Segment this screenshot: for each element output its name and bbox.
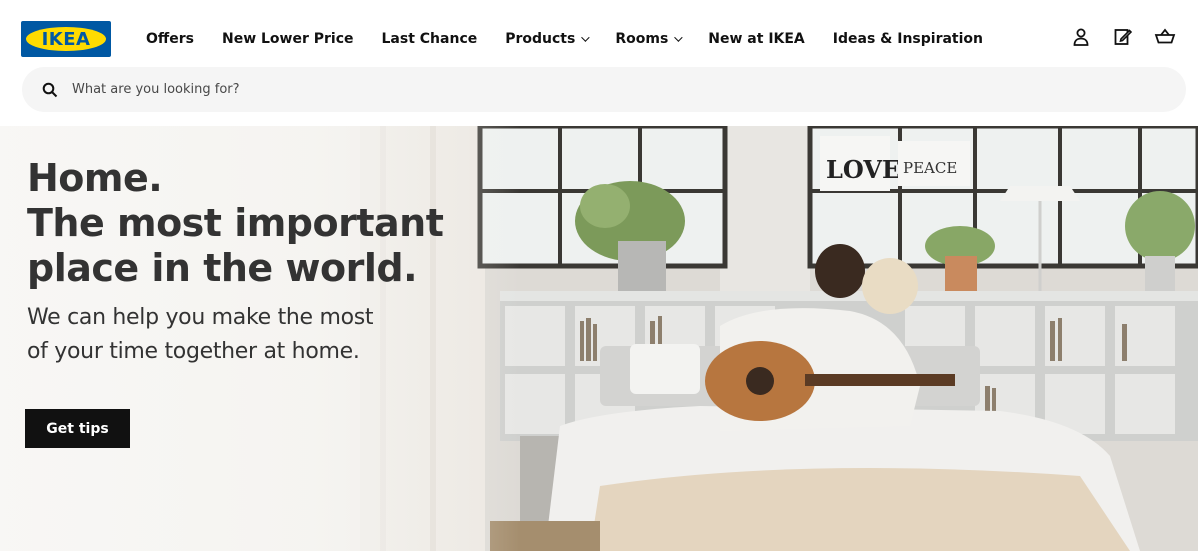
get-tips-button[interactable]: Get tips [25,409,130,448]
nav-label: New Lower Price [221,31,354,47]
main-nav: Offers New Lower Price Last Chance Produ… [146,24,1011,54]
logo-text: IKEA [41,28,91,50]
nav-item-rooms[interactable]: Rooms [615,31,683,47]
account-icon[interactable] [1070,26,1092,48]
nav-item-offers[interactable]: Offers [146,31,194,47]
hero-title: Home. The most important place in the wo… [27,156,467,291]
hero-title-line-1: Home. [27,156,163,200]
hero-copy: Home. The most important place in the wo… [27,156,467,369]
search-icon[interactable] [42,82,58,98]
nav-label: Rooms [615,31,669,47]
hero-title-line-3: place in the world. [27,246,418,290]
cart-icon[interactable] [1154,26,1176,48]
nav-item-products[interactable]: Products [505,31,591,47]
hero-subtitle: We can help you make the most of your ti… [27,301,467,369]
chevron-down-icon [674,33,683,42]
nav-label: Products [505,31,576,47]
wall-sign-peace: PEACE [903,159,957,177]
nav-item-new-at-ikea[interactable]: New at IKEA [708,31,805,47]
nav-label: Last Chance [381,31,478,47]
search-bar[interactable] [22,67,1186,112]
nav-item-last-chance[interactable]: Last Chance [382,31,478,47]
header-icons [1050,26,1176,48]
hero-title-line-2: The most important [27,201,444,245]
nav-item-ideas-inspiration[interactable]: Ideas & Inspiration [833,31,983,47]
wall-sign-love: LOVE [826,155,900,184]
search-input[interactable] [70,81,670,98]
hero-subtitle-line-2: of your time together at home. [27,339,360,364]
ikea-logo[interactable]: IKEA [21,21,111,57]
nav-item-new-lower-price[interactable]: New Lower Price [222,31,354,47]
hero-subtitle-line-1: We can help you make the most [27,305,374,330]
chevron-down-icon [581,33,591,42]
site-header: IKEA Offers New Lower Price Last Chance … [0,0,1198,126]
nav-label: Ideas & Inspiration [832,31,984,47]
nav-label: New at IKEA [708,31,805,47]
nav-label: Offers [146,31,194,47]
shopping-list-icon[interactable] [1112,26,1134,48]
